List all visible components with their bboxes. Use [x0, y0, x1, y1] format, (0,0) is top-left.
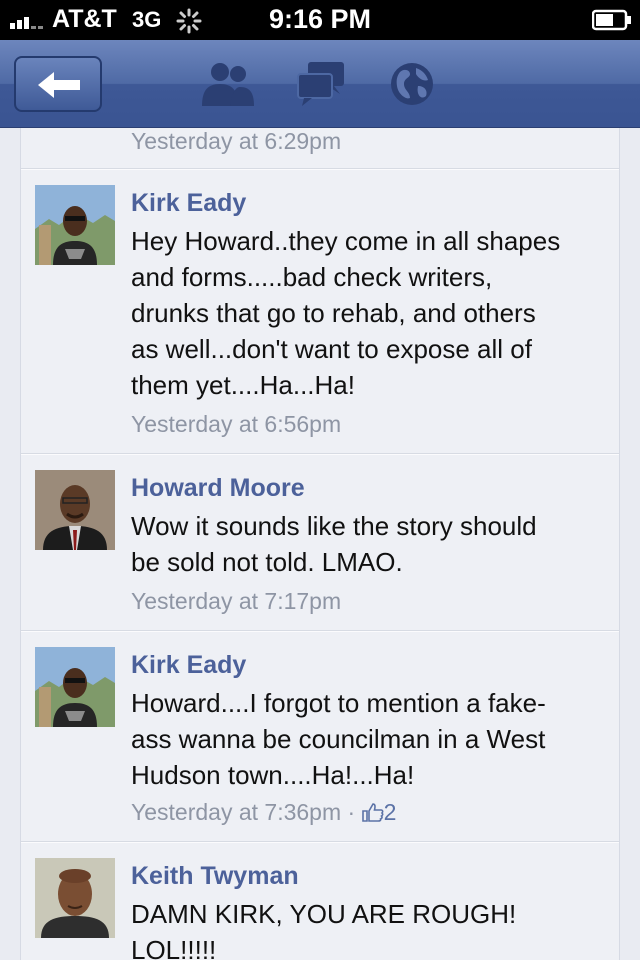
avatar[interactable]: [35, 185, 115, 265]
comment-line: Hudson town....Ha!...Ha!: [131, 760, 415, 790]
comment-line: Hey Howard..they come in all shapes: [131, 226, 561, 256]
comment-text: Hey Howard..they come in all shapes and …: [131, 223, 611, 403]
comment-author[interactable]: Kirk Eady: [131, 189, 246, 218]
divider: [21, 453, 619, 455]
comment-line: ass wanna be councilman in a West: [131, 724, 546, 754]
comment-line: Howard....I forgot to mention a fake-: [131, 688, 546, 718]
comment-line: Wow it sounds like the story should: [131, 511, 537, 541]
comment-item: Howard Moore Wow it sounds like the stor…: [21, 456, 619, 630]
comment-author[interactable]: Kirk Eady: [131, 651, 246, 680]
comment-text: DAMN KIRK, YOU ARE ROUGH! LOL!!!!!: [131, 896, 611, 960]
left-arrow-icon: [38, 72, 80, 98]
status-bar: AT&T 3G 9:16 PM: [0, 0, 640, 40]
comment-timestamp: Yesterday at 6:56pm: [131, 411, 342, 437]
navigation-bar: [0, 40, 640, 128]
comment-line: LOL!!!!!: [131, 935, 217, 960]
clock-time: 9:16 PM: [268, 4, 372, 34]
thumbs-up-icon: [361, 803, 384, 822]
avatar[interactable]: [35, 647, 115, 727]
like-count-link[interactable]: 2: [361, 799, 397, 825]
comment-line: be sold not told. LMAO.: [131, 547, 403, 577]
comment-text: Wow it sounds like the story should be s…: [131, 508, 611, 580]
comments-feed[interactable]: Yesterday at 6:29pm Kirk Eady Hey Howard…: [20, 128, 620, 960]
comment-timestamp: Yesterday at 7:17pm: [131, 588, 342, 614]
divider: [21, 630, 619, 632]
back-button[interactable]: [14, 56, 102, 112]
comment-author[interactable]: Keith Twyman: [131, 862, 299, 891]
comment-line: drunks that go to rehab, and others: [131, 298, 536, 328]
meta-separator: ·: [347, 799, 356, 825]
like-count: 2: [383, 799, 397, 825]
comment-timestamp: Yesterday at 7:36pm: [131, 799, 342, 825]
divider: [21, 841, 619, 843]
comment-item: Keith Twyman DAMN KIRK, YOU ARE ROUGH! L…: [21, 844, 619, 960]
comment-line: them yet....Ha...Ha!: [131, 370, 355, 400]
messages-icon[interactable]: [296, 60, 346, 108]
comment-line: as well...don't want to expose all of: [131, 334, 532, 364]
friends-icon[interactable]: [200, 60, 256, 108]
avatar[interactable]: [35, 858, 115, 938]
comment-meta: Yesterday at 7:36pm · 2: [131, 799, 396, 826]
comment-line: DAMN KIRK, YOU ARE ROUGH!: [131, 899, 517, 929]
battery-icon: [592, 9, 631, 31]
comment-line: and forms.....bad check writers,: [131, 262, 493, 292]
avatar[interactable]: [35, 470, 115, 550]
comment-item: Kirk Eady Howard....I forgot to mention …: [21, 633, 619, 841]
comment-text: Howard....I forgot to mention a fake- as…: [131, 685, 611, 793]
comment-author[interactable]: Howard Moore: [131, 474, 305, 503]
globe-icon[interactable]: [388, 60, 436, 108]
previous-comment-timestamp: Yesterday at 6:29pm: [131, 128, 342, 154]
divider: [21, 168, 619, 170]
comment-item: Kirk Eady Hey Howard..they come in all s…: [21, 171, 619, 453]
